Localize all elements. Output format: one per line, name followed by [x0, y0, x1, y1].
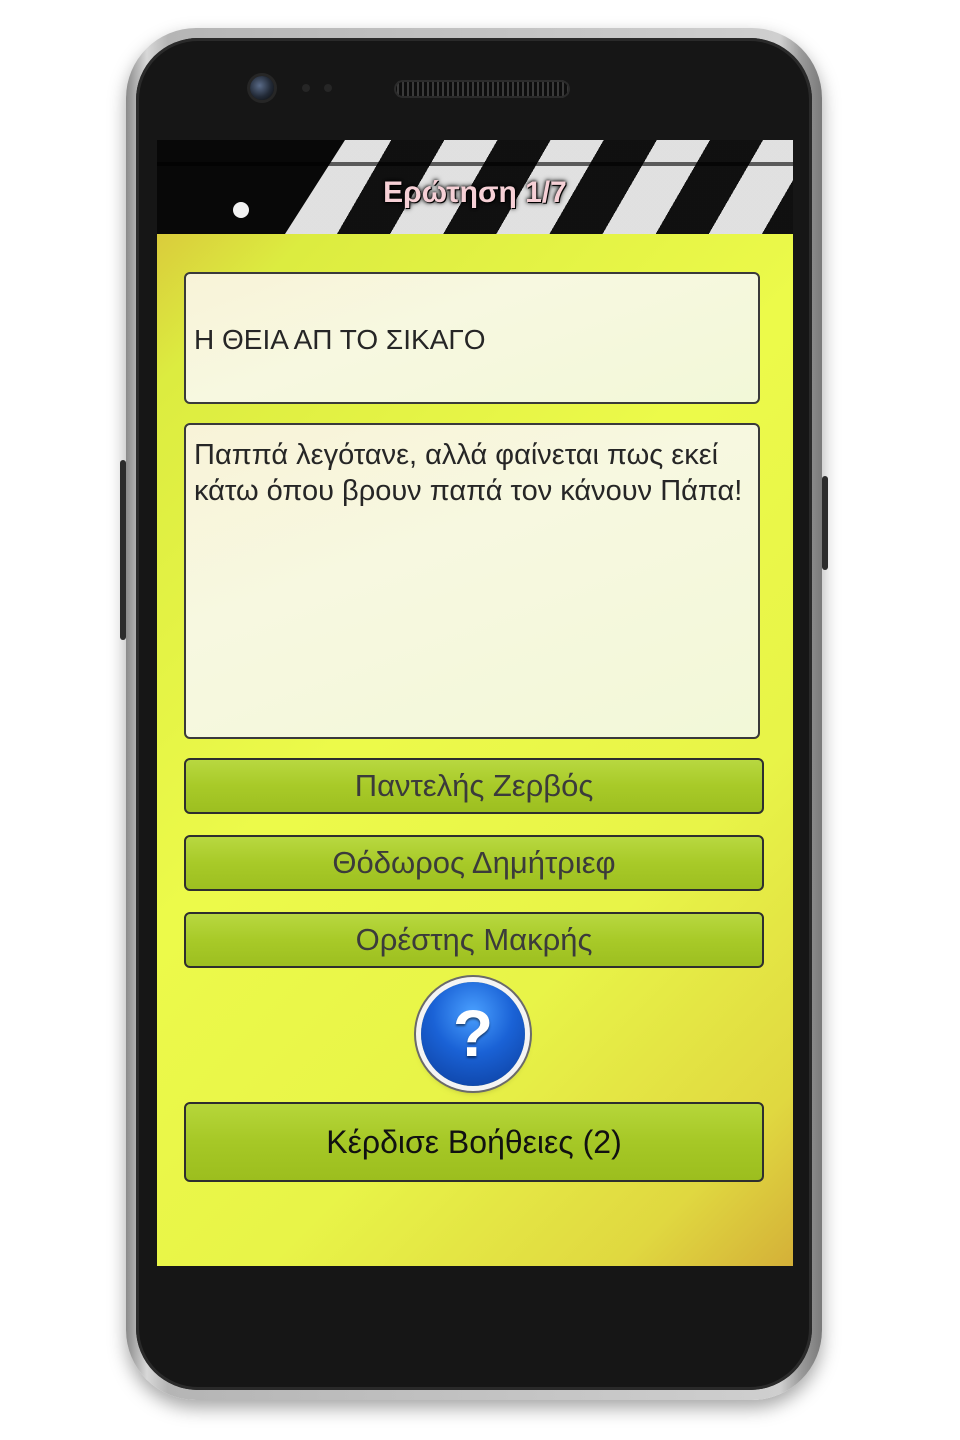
clapperboard-edge: [157, 162, 793, 166]
earpiece-speaker: [394, 80, 570, 98]
answer-button-1[interactable]: Παντελής Ζερβός: [184, 758, 764, 814]
question-mark-icon: ?: [452, 996, 494, 1070]
app-screen: Ερώτηση 1/7 Η ΘΕΙΑ ΑΠ ΤΟ ΣΙΚΑΓΟ Παππά λε…: [157, 140, 793, 1266]
answer-button-2[interactable]: Θόδωρος Δημήτριεφ: [184, 835, 764, 891]
quote-box: Παππά λεγότανε, αλλά φαίνεται πως εκεί κ…: [184, 423, 760, 739]
front-camera: [250, 76, 274, 100]
light-sensor: [324, 84, 332, 92]
movie-title: Η ΘΕΙΑ ΑΠ ΤΟ ΣΙΚΑΓΟ: [194, 324, 486, 355]
help-button[interactable]: ?: [421, 982, 525, 1086]
proximity-sensor: [302, 84, 310, 92]
clapperboard-header: Ερώτηση 1/7: [157, 140, 793, 234]
question-counter-title: Ερώτηση 1/7: [383, 176, 567, 209]
earn-help-button[interactable]: Κέρδισε Βοήθειες (2): [184, 1102, 764, 1182]
answer-button-3[interactable]: Ορέστης Μακρής: [184, 912, 764, 968]
quote-text: Παππά λεγότανε, αλλά φαίνεται πως εκεί κ…: [194, 439, 743, 507]
volume-button: [120, 460, 126, 640]
power-button: [822, 476, 828, 570]
movie-title-box: Η ΘΕΙΑ ΑΠ ΤΟ ΣΙΚΑΓΟ: [184, 272, 760, 404]
